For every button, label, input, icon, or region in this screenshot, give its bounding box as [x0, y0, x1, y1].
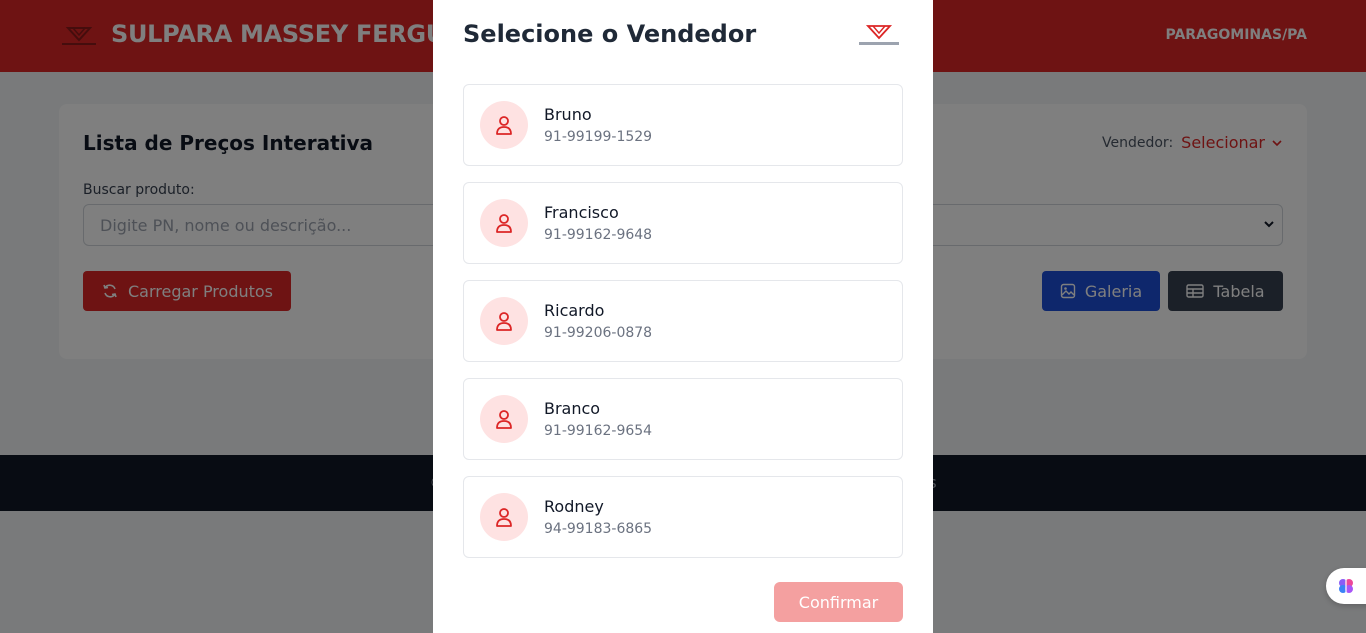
seller-modal: Selecione o Vendedor Bruno 91-99199-1529…: [433, 0, 933, 633]
user-icon: [496, 116, 512, 135]
seller-card[interactable]: Branco 91-99162-9654: [463, 378, 903, 460]
confirm-button[interactable]: Confirmar: [774, 582, 903, 622]
avatar: [480, 199, 528, 247]
avatar: [480, 101, 528, 149]
user-icon: [496, 508, 512, 527]
user-icon: [496, 214, 512, 233]
seller-name: Ricardo: [544, 301, 605, 320]
modal-title: Selecione o Vendedor: [463, 20, 757, 48]
avatar: [480, 395, 528, 443]
seller-card[interactable]: Ricardo 91-99206-0878: [463, 280, 903, 362]
avatar: [480, 493, 528, 541]
seller-phone: 91-99162-9648: [544, 227, 653, 243]
seller-phone: 94-99183-6865: [544, 521, 653, 537]
seller-name: Francisco: [544, 203, 619, 222]
seller-card[interactable]: Bruno 91-99199-1529: [463, 84, 903, 166]
assistant-button[interactable]: [1326, 568, 1366, 604]
seller-phone: 91-99162-9654: [544, 423, 653, 439]
seller-name: Rodney: [544, 497, 604, 516]
seller-phone: 91-99206-0878: [544, 325, 653, 341]
seller-card[interactable]: Francisco 91-99162-9648: [463, 182, 903, 264]
seller-name: Branco: [544, 399, 601, 418]
seller-phone: 91-99199-1529: [544, 129, 653, 145]
user-icon: [496, 410, 512, 429]
seller-card[interactable]: Rodney 94-99183-6865: [463, 476, 903, 558]
avatar: [480, 297, 528, 345]
brain-icon: [1339, 579, 1353, 593]
massey-ferguson-logo: [859, 25, 899, 45]
user-icon: [496, 312, 512, 331]
seller-name: Bruno: [544, 105, 592, 124]
